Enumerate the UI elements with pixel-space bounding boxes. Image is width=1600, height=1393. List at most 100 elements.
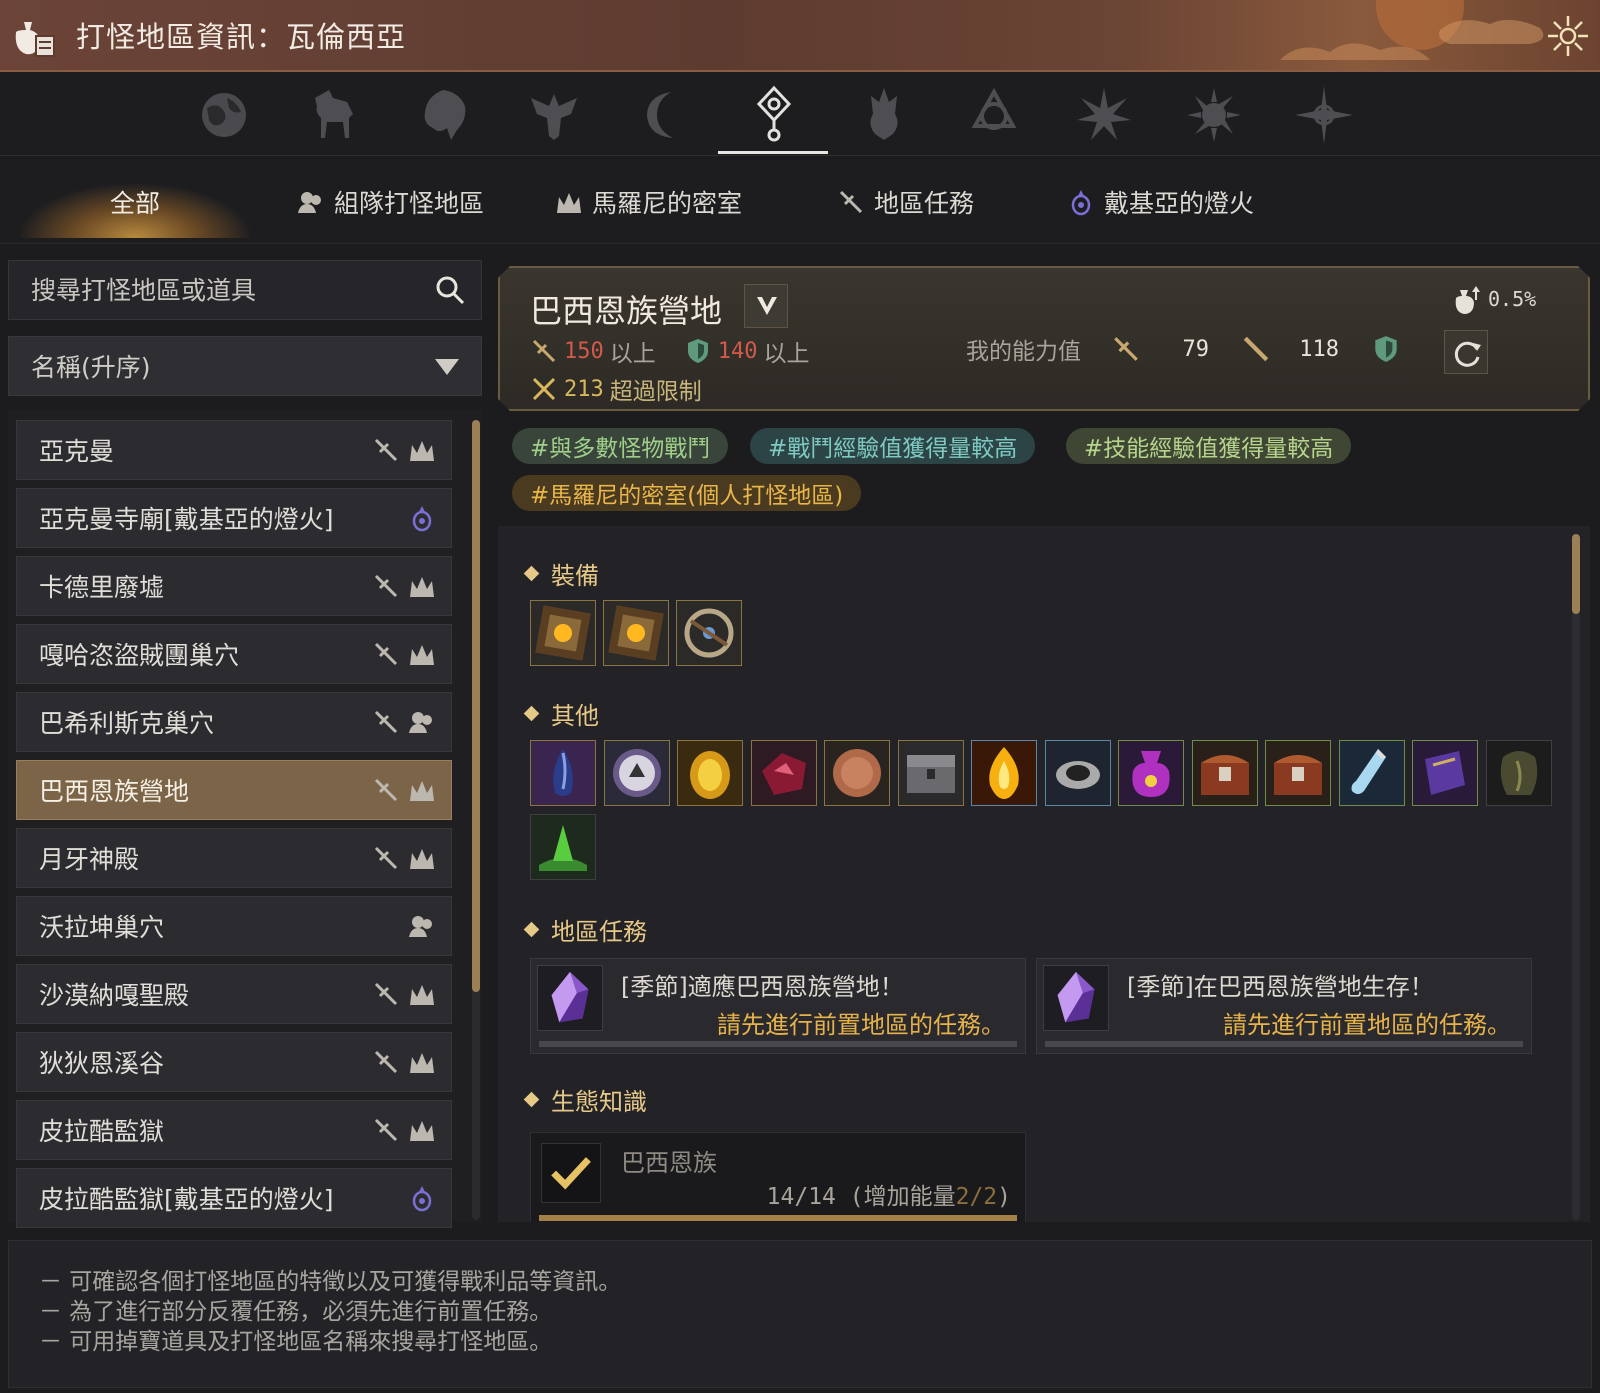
sort-dropdown[interactable]: 名稱(升序) xyxy=(8,336,482,396)
loot-item-slot[interactable] xyxy=(1412,740,1478,806)
detail-scroll-thumb[interactable] xyxy=(1572,534,1580,614)
loot-item-slot[interactable] xyxy=(971,740,1037,806)
green-powder-icon xyxy=(531,815,595,883)
loot-item-slot[interactable] xyxy=(1118,740,1184,806)
quest-progress-bar xyxy=(1045,1041,1523,1047)
loot-item-slot[interactable] xyxy=(677,740,743,806)
drop-rate-pouch-icon xyxy=(1450,282,1484,316)
tab-party-zones[interactable]: 組隊打怪地區 xyxy=(296,176,484,228)
treasure-chest-icon xyxy=(1192,741,1257,809)
quest-label: 地區任務 xyxy=(551,918,647,946)
zone-type-icons xyxy=(407,911,437,943)
zone-list-item[interactable]: 皮拉酷監獄[戴基亞的燈火] xyxy=(16,1168,452,1228)
zone-list-item[interactable]: 皮拉酷監獄 xyxy=(16,1100,452,1160)
tab-region-sunflower[interactable] xyxy=(1158,78,1268,154)
zone-list-scrollbar[interactable] xyxy=(472,420,480,1220)
sun-flower-icon xyxy=(1187,88,1241,142)
zone-list-item[interactable]: 沃拉坤巢穴 xyxy=(16,896,452,956)
marni-crown-icon xyxy=(557,193,581,213)
loot-item-slot[interactable] xyxy=(750,740,817,806)
zone-list-item[interactable]: 亞克曼 xyxy=(16,420,452,480)
tab-region-moon[interactable] xyxy=(608,78,718,154)
equipment-item-slot[interactable] xyxy=(603,600,669,666)
quest-sword-icon xyxy=(371,979,401,1011)
zone-list-item-label: 沃拉坤巢穴 xyxy=(39,913,165,942)
zone-type-icons xyxy=(371,571,437,603)
loot-item-slot[interactable] xyxy=(603,740,670,806)
quest-card-1[interactable]: [季節]適應巴西恩族營地！ 請先進行前置地區的任務。 xyxy=(530,958,1026,1054)
tab-zone-quest[interactable]: 地區任務 xyxy=(836,176,974,228)
region-tab-bar xyxy=(0,74,1600,156)
loot-item-slot[interactable] xyxy=(530,814,596,880)
quest-sword-icon xyxy=(371,1115,401,1147)
quest-sword-icon xyxy=(371,571,401,603)
search-icon[interactable] xyxy=(433,273,467,307)
cloud-ornament-icon xyxy=(1280,0,1544,60)
tab-marni-chamber[interactable]: 馬羅尼的密室 xyxy=(554,176,742,228)
tag-marni-chamber[interactable]: #馬羅尼的密室(個人打怪地區) xyxy=(512,475,862,511)
loot-item-slot[interactable] xyxy=(1044,740,1111,806)
star-burst-icon xyxy=(1077,88,1131,140)
refresh-button[interactable] xyxy=(1444,330,1488,374)
chevron-down-icon xyxy=(753,293,781,321)
zone-list-item[interactable]: 巴希利斯克巢穴 xyxy=(16,692,452,752)
tab-region-horse[interactable] xyxy=(278,78,388,154)
tab-region-compass[interactable] xyxy=(1268,78,1378,154)
category-tab-bar: 全部 組隊打怪地區 馬羅尼的密室 地區任務 戴基亞的燈火 xyxy=(0,160,1600,244)
zone-list-item[interactable]: 嘎哈恣盜賊團巢穴 xyxy=(16,624,452,684)
drop-rate-value: 0.5% xyxy=(1488,287,1537,311)
tab-region-globe[interactable] xyxy=(168,78,278,154)
tab-region-valencia[interactable] xyxy=(718,78,828,154)
loot-item-slot[interactable] xyxy=(530,740,596,806)
equipment-item-slot[interactable] xyxy=(676,600,742,666)
tag-skill-exp[interactable]: #技能經驗值獲得量較高 xyxy=(1066,428,1352,464)
search-box xyxy=(8,260,482,320)
sort-value: 名稱(升序) xyxy=(31,353,151,382)
tag-many-monsters[interactable]: #與多數怪物戰鬥 xyxy=(512,428,729,464)
tab-region-flame[interactable] xyxy=(828,78,938,154)
cap-row: 213 超過限制 xyxy=(530,372,702,406)
zone-list-item[interactable]: 巴西恩族營地 xyxy=(16,760,452,820)
tab-region-lion[interactable] xyxy=(388,78,498,154)
zone-dropdown-button[interactable] xyxy=(744,284,788,328)
treasure-chest-icon xyxy=(1266,741,1330,809)
knowledge-progress: 14/14 (增加能量2/2) xyxy=(767,1177,1011,1211)
zone-list-item[interactable]: 月牙神殿 xyxy=(16,828,452,888)
close-icon[interactable] xyxy=(1546,14,1590,58)
dehkia-lamp-icon xyxy=(1071,190,1091,216)
search-input[interactable] xyxy=(31,275,411,305)
quest-card-2[interactable]: [季節]在巴西恩族營地生存！ 請先進行前置地區的任務。 xyxy=(1036,958,1532,1054)
zone-list-item[interactable]: 卡德里廢墟 xyxy=(16,556,452,616)
loot-item-slot[interactable] xyxy=(897,740,964,806)
tab-dehkia-lamp[interactable]: 戴基亞的燈火 xyxy=(1066,176,1254,228)
zone-list-item[interactable]: 亞克曼寺廟[戴基亞的燈火] xyxy=(16,488,452,548)
flame-crest-icon xyxy=(870,88,898,140)
knowledge-card[interactable]: 巴西恩族 14/14 (增加能量2/2) xyxy=(530,1132,1026,1222)
tag-combat-exp[interactable]: #戰鬥經驗值獲得量較高 xyxy=(750,428,1036,464)
loot-item-slot[interactable] xyxy=(1338,740,1405,806)
zone-list-item[interactable]: 狄狄恩溪谷 xyxy=(16,1032,452,1092)
marni-crown-icon xyxy=(407,639,437,671)
quest-progress-bar xyxy=(539,1041,1017,1047)
zone-list-scroll-thumb[interactable] xyxy=(472,420,480,992)
tab-region-starburst[interactable] xyxy=(1048,78,1158,154)
quest-prereq-note: 請先進行前置地區的任務。 xyxy=(717,1011,1005,1039)
tab-region-crest[interactable] xyxy=(498,78,608,154)
quest-sword-icon xyxy=(839,190,863,214)
detail-scrollbar[interactable] xyxy=(1572,534,1580,1220)
zone-list-item-label: 月牙神殿 xyxy=(39,845,140,874)
zone-list: 亞克曼亞克曼寺廟[戴基亞的燈火] 卡德里廢墟嘎哈恣盜賊團巢穴 巴希利斯克巢穴 巴西恩族… xyxy=(8,410,482,1228)
loot-item-slot[interactable] xyxy=(1191,740,1258,809)
loot-item-slot[interactable] xyxy=(824,740,890,806)
loot-item-slot[interactable] xyxy=(1265,740,1331,806)
tab-region-knot[interactable] xyxy=(938,78,1048,154)
equipment-item-slot[interactable] xyxy=(530,600,596,666)
quest-title: [季節]適應巴西恩族營地！ xyxy=(621,973,904,1001)
quest-crystal-icon xyxy=(537,965,603,1031)
tab-all[interactable]: 全部 xyxy=(20,166,250,238)
zone-type-icons xyxy=(371,843,437,875)
zone-list-item[interactable]: 沙漠納嘎聖殿 xyxy=(16,964,452,1024)
loot-item-slot[interactable] xyxy=(1485,740,1552,809)
cap-suffix: 超過限制 xyxy=(609,379,702,405)
dark-mask-icon xyxy=(1486,741,1551,809)
